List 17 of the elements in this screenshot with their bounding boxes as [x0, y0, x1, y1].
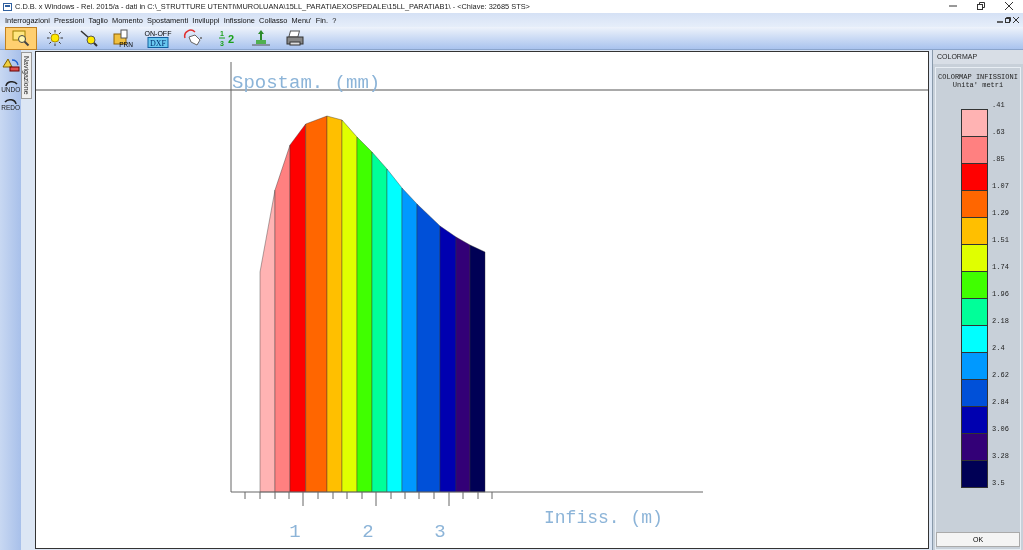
wall-icon [252, 29, 270, 47]
close-icon[interactable] [1013, 17, 1019, 23]
close-icon[interactable] [1005, 1, 1013, 10]
toolbar-button[interactable] [5, 26, 37, 50]
x-axis-label: Infiss. (m) [544, 508, 663, 528]
tick-label: 1 [289, 521, 301, 543]
magnifier-icon [80, 29, 98, 47]
zoom-window-icon [12, 29, 30, 47]
restore-icon[interactable] [1005, 17, 1011, 23]
tick-label: 3 [434, 521, 446, 543]
pencil-ruler-icon[interactable] [1, 57, 20, 75]
y-axis-label: Spostam. (mm) [232, 72, 381, 94]
restore-icon[interactable] [977, 1, 985, 10]
printer-icon [286, 29, 304, 47]
tick-label: 2 [362, 521, 374, 543]
hand-icon [183, 29, 203, 47]
sun-icon [46, 29, 64, 47]
